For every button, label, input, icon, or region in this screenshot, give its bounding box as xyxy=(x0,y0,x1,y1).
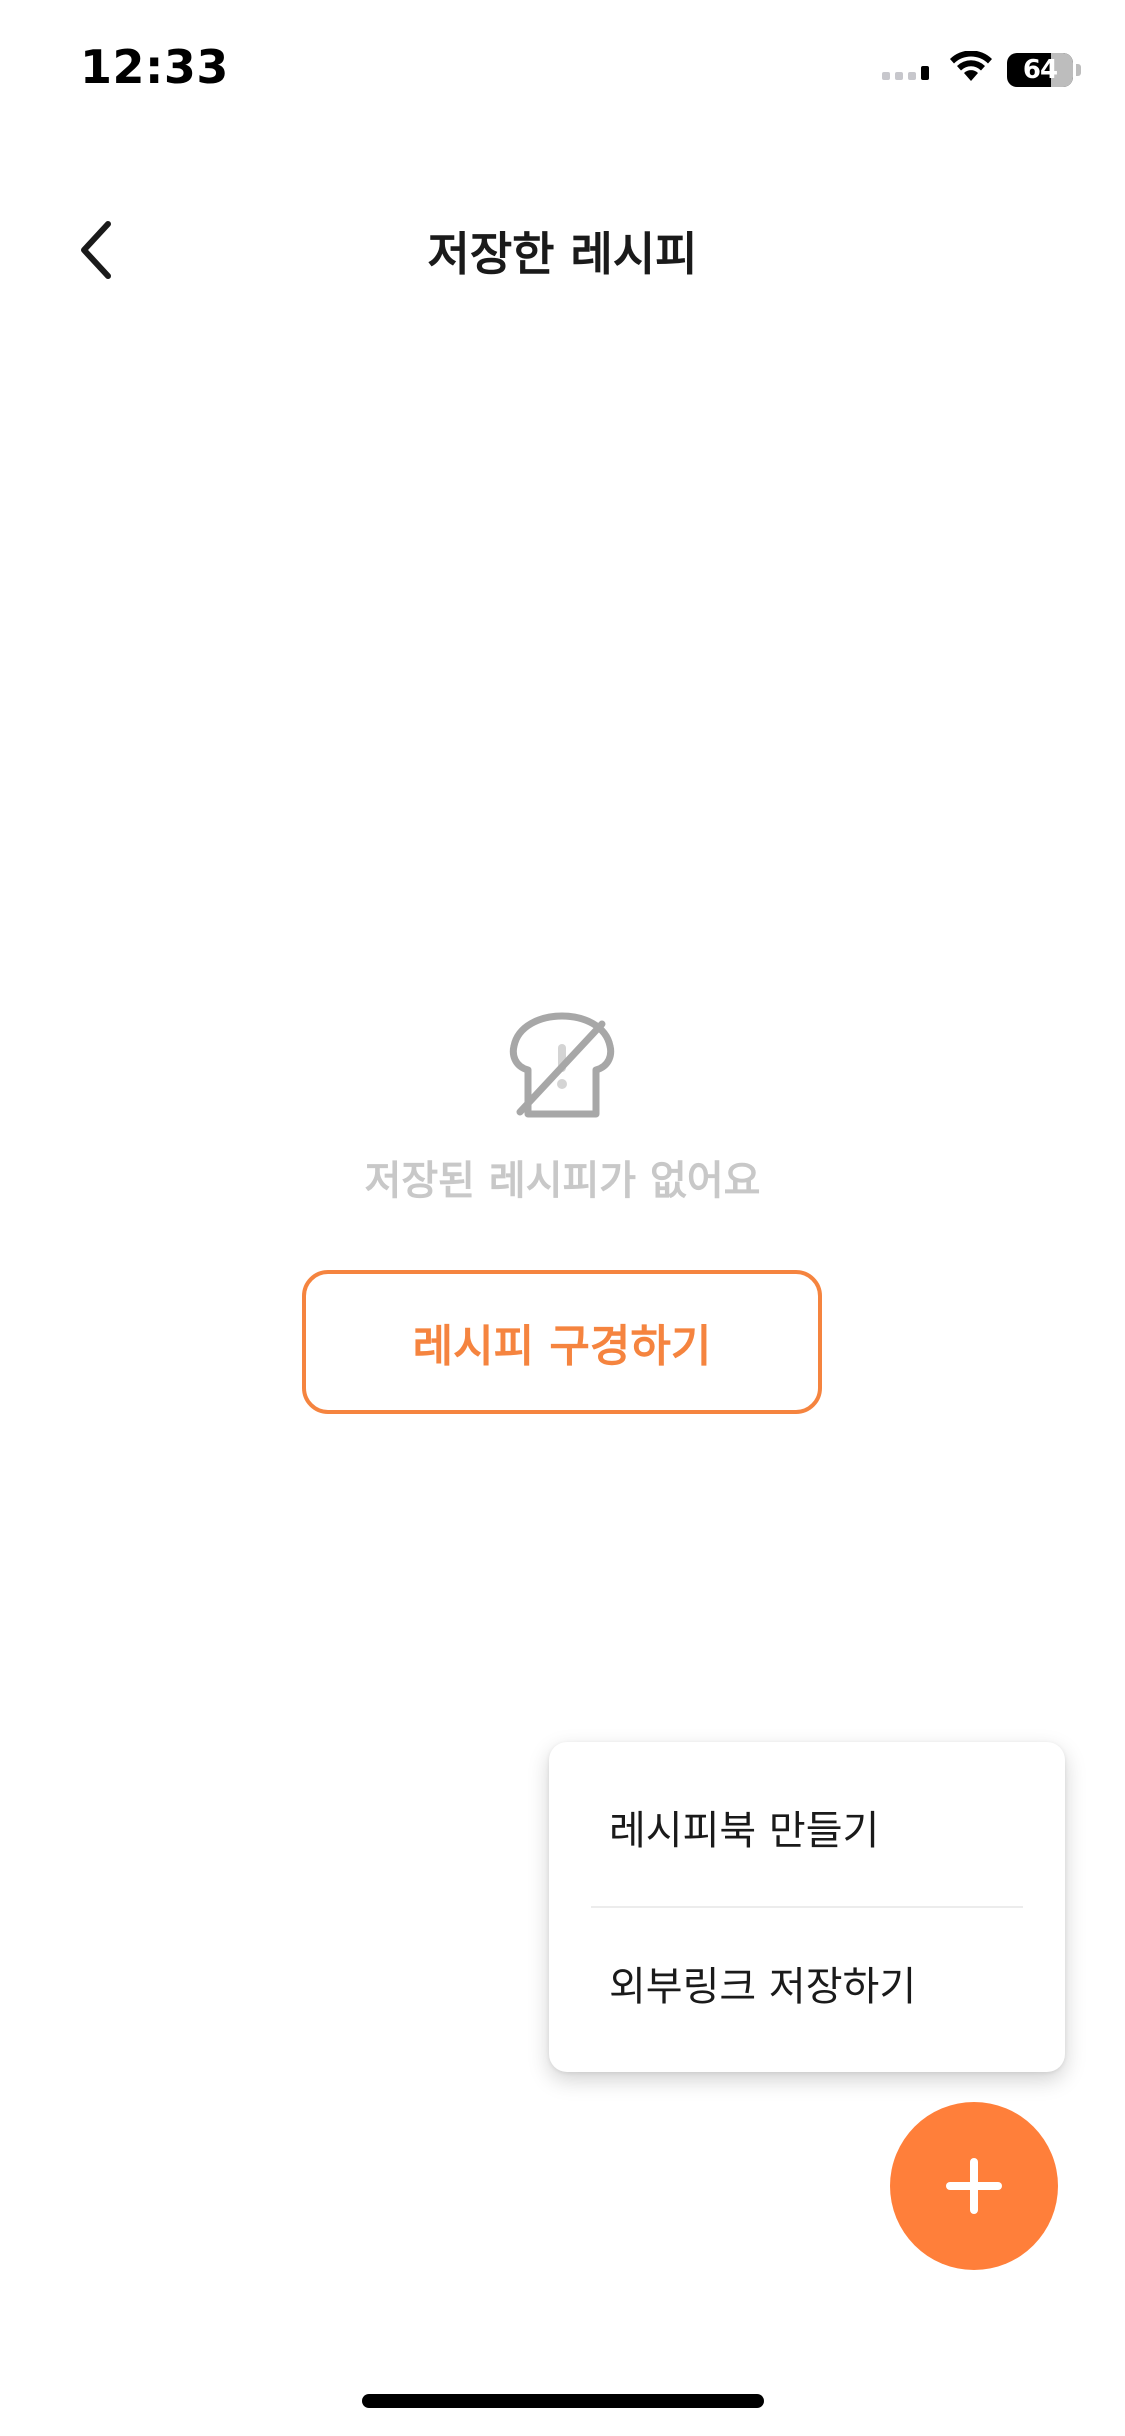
battery-level: 64 xyxy=(1022,55,1058,85)
add-fab-button[interactable] xyxy=(890,2102,1058,2270)
page-title: 저장한 레시피 xyxy=(427,227,698,281)
battery-cap xyxy=(1076,64,1081,76)
status-time: 12:33 xyxy=(80,40,229,94)
browse-recipes-button[interactable]: 레시피 구경하기 xyxy=(302,1270,822,1414)
menu-item-save-external-link[interactable]: 외부링크 저장하기 xyxy=(549,1908,1065,2058)
cellular-signal-icon xyxy=(882,60,929,80)
status-bar: 12:33 64 xyxy=(0,0,1125,140)
home-indicator[interactable] xyxy=(362,2394,764,2408)
status-indicators: 64 xyxy=(882,48,1081,92)
plus-icon xyxy=(946,2158,1002,2214)
menu-item-create-recipebook[interactable]: 레시피북 만들기 xyxy=(549,1752,1065,1902)
bread-no-recipe-icon xyxy=(508,1010,616,1118)
add-options-menu: 레시피북 만들기 외부링크 저장하기 xyxy=(549,1742,1065,2072)
empty-state-message: 저장된 레시피가 없어요 xyxy=(364,1158,761,1204)
battery-icon: 64 xyxy=(1007,53,1073,87)
wifi-icon xyxy=(949,50,993,89)
